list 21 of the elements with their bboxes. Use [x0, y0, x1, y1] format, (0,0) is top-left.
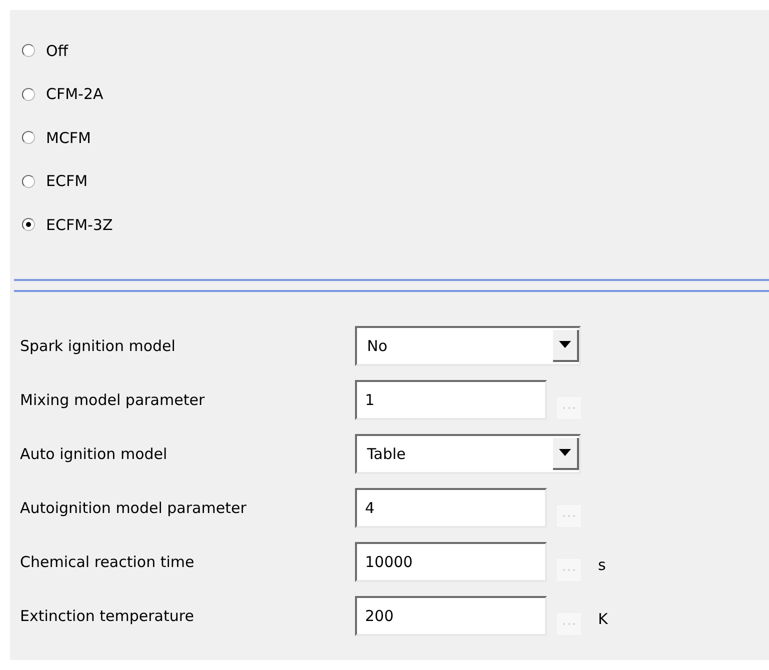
unit-label: s	[598, 554, 606, 574]
input-field[interactable]: 4	[355, 488, 547, 528]
radio-option[interactable]: ECFM	[22, 160, 769, 203]
field-label: Mixing model parameter	[20, 390, 206, 408]
unit-label: K	[598, 608, 608, 628]
field-label: Auto ignition model	[20, 444, 168, 462]
input-field[interactable]: 1	[355, 380, 547, 420]
input-field[interactable]: 10000	[355, 542, 547, 582]
radio-option[interactable]: CFM-2A	[22, 72, 769, 116]
radio-option[interactable]: ECFM-3Z	[22, 203, 769, 246]
caret-icon	[559, 341, 571, 348]
dropdown[interactable]: No	[355, 326, 581, 366]
radio-option[interactable]: MCFM	[22, 116, 769, 160]
field-label: Chemical reaction time	[20, 552, 196, 570]
dropdown[interactable]: Table	[355, 434, 581, 474]
caret-icon	[559, 449, 571, 456]
field-label: Extinction temperature	[20, 606, 195, 624]
field-label: Spark ignition model	[20, 336, 176, 354]
radio-option[interactable]: Off	[22, 29, 769, 72]
field-label: Autoignition model parameter	[20, 498, 248, 516]
input-field[interactable]: 200	[355, 596, 547, 636]
